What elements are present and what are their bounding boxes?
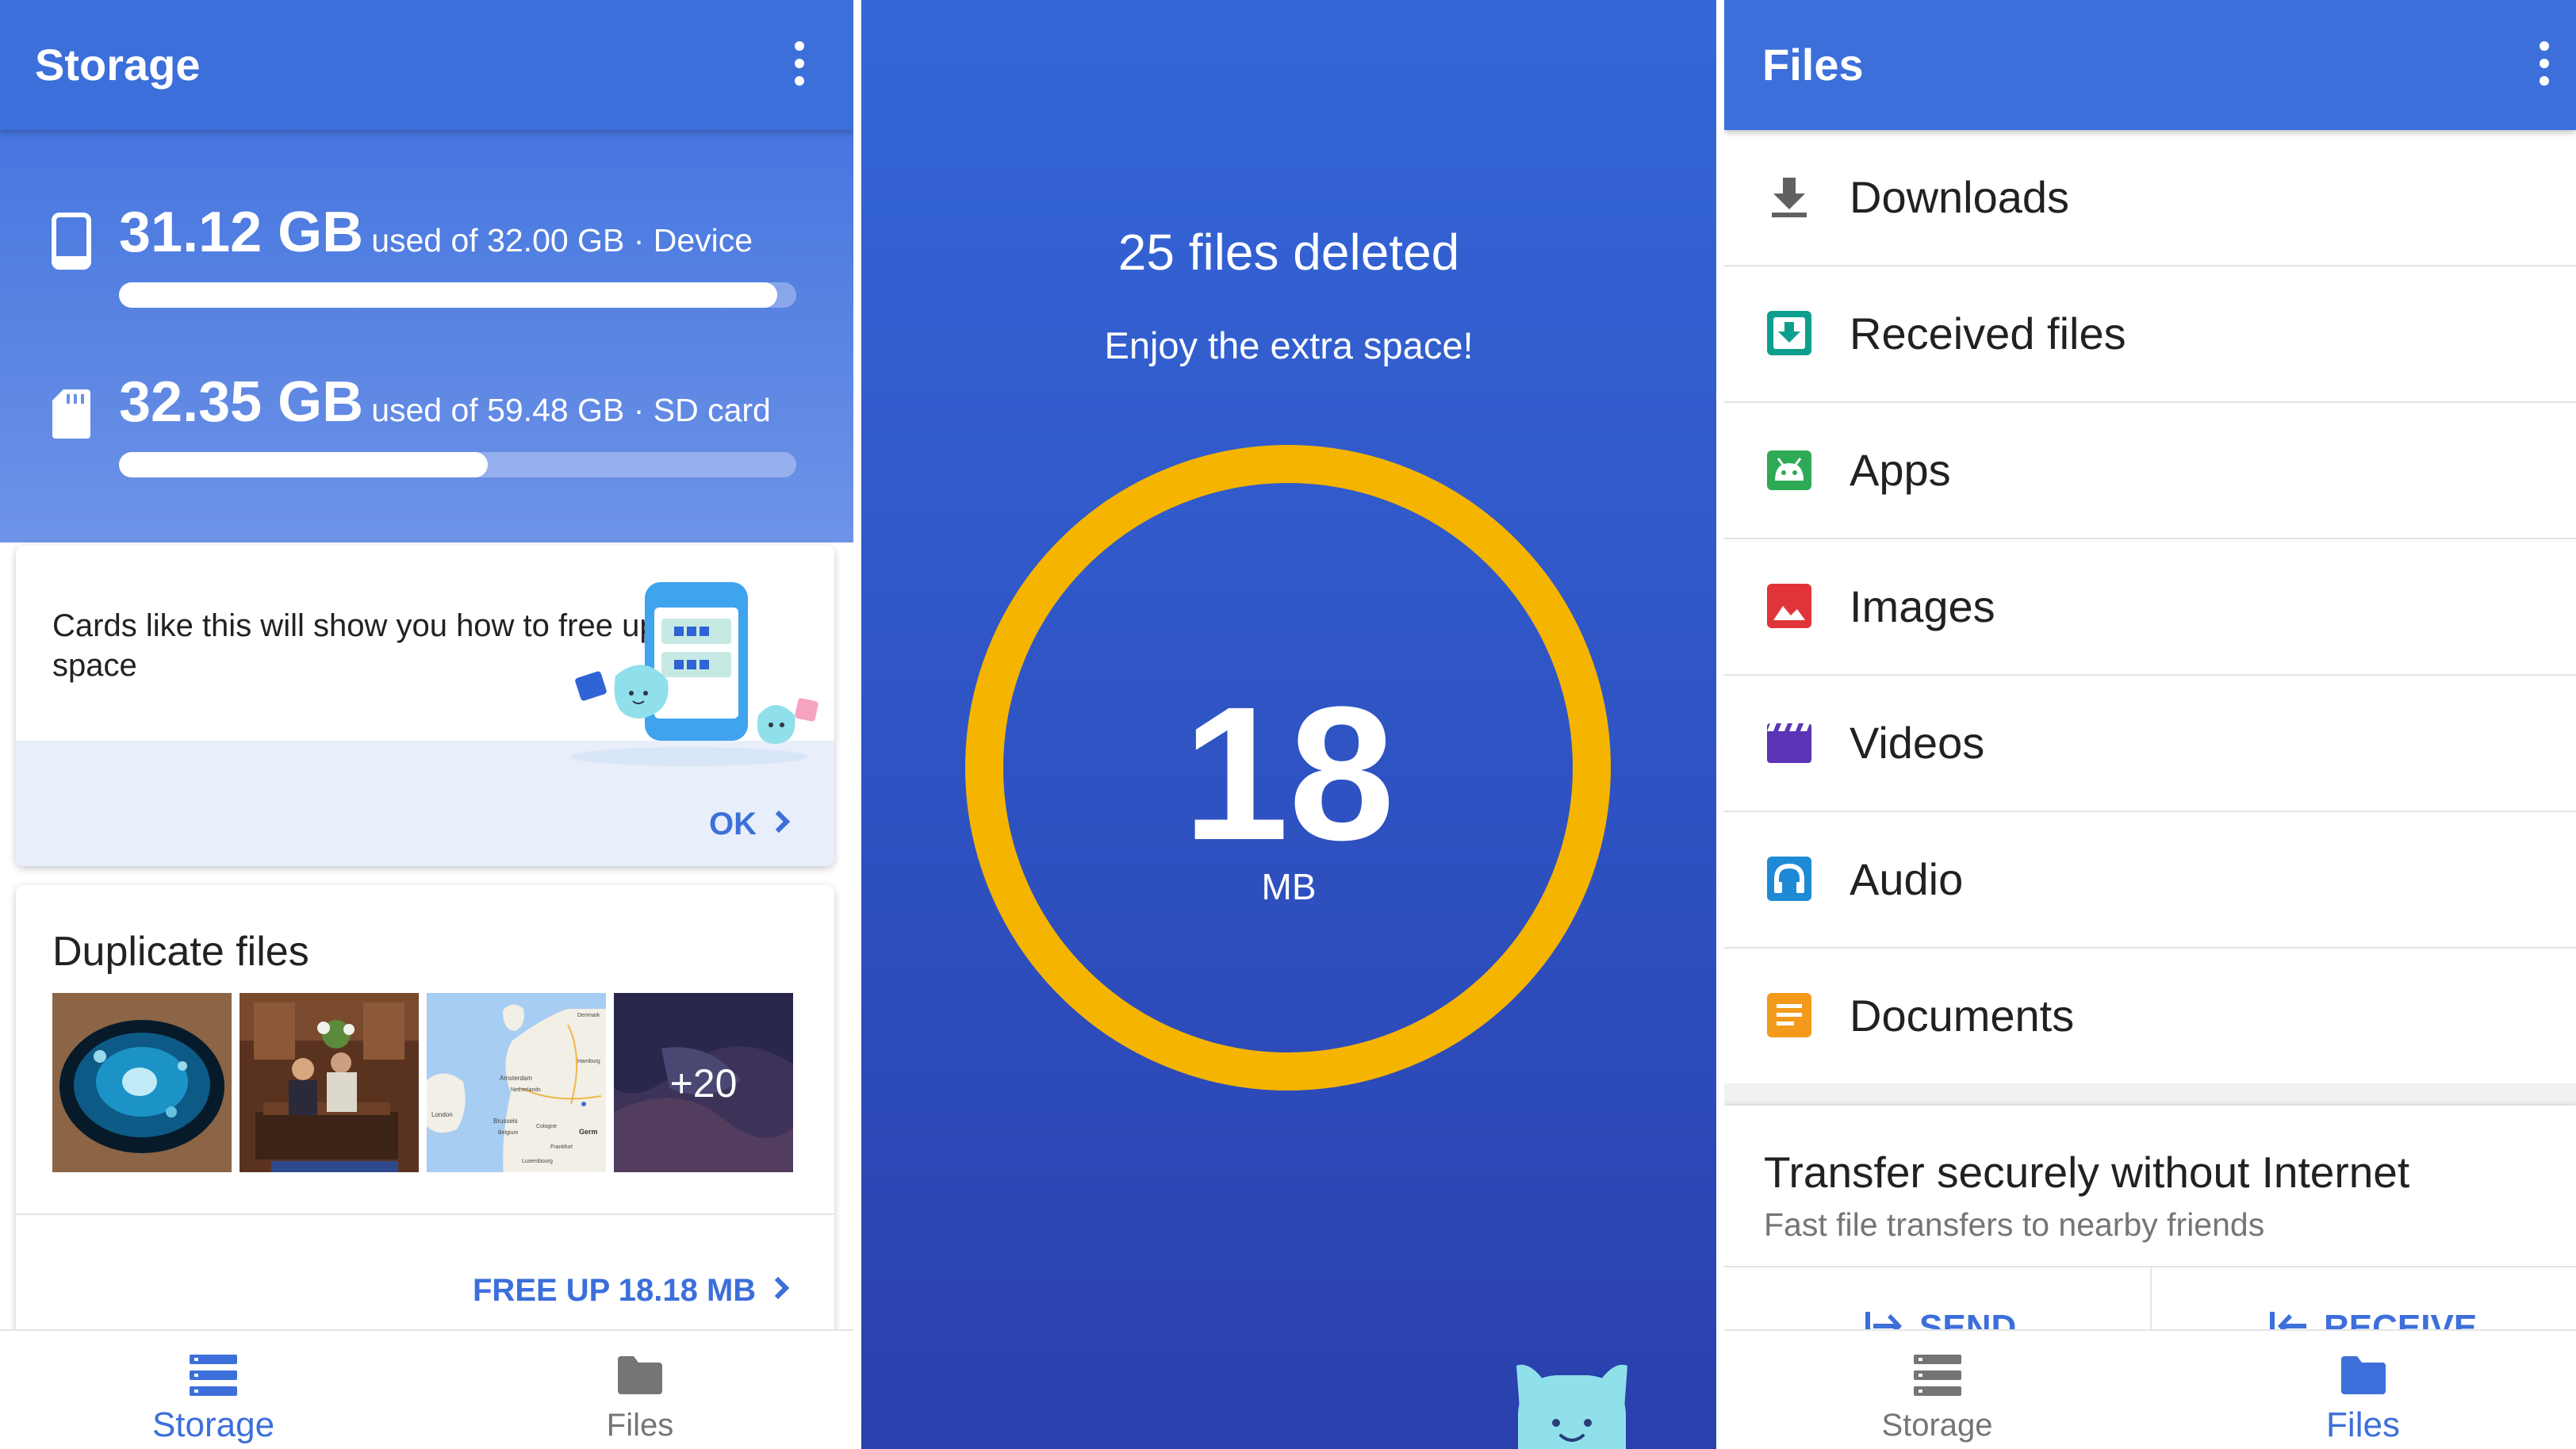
phone-mascot-illustration [569,582,818,766]
app-bar: Storage [0,0,853,130]
category-documents[interactable]: Documents [1724,949,2576,1085]
freed-space-value: 18 [1183,667,1395,880]
duplicate-more-thumbnail[interactable]: +20 [614,993,793,1172]
mascot-illustration [1516,1364,1627,1449]
nav-files[interactable]: Files [427,1331,853,1449]
category-label: Images [1850,581,1995,631]
ok-button[interactable]: OK [709,804,791,844]
map-label: Netherlands [511,1087,541,1093]
sd-card-progress-fill [119,452,488,477]
storage-screen: Storage 31.12 GB used of 32.00 GB · Devic… [0,0,853,1449]
bottom-navigation: Storage Files [0,1329,853,1449]
category-label: Received files [1850,309,2126,358]
nav-storage-label: Storage [1881,1408,1993,1443]
duplicate-thumbnail[interactable]: London Amsterdam Netherlands Brussels Be… [427,993,606,1172]
sd-card-storage-row[interactable]: 32.35 GB used of 59.48 GB · SD card [0,368,853,487]
map-label: London [431,1111,453,1118]
category-videos[interactable]: Videos [1724,676,2576,812]
duplicate-files-card: Duplicate files London Amsterdam Netherl… [16,885,834,1345]
nav-files[interactable]: Files [2150,1331,2576,1449]
files-screen: Files Downloads Received files Apps Imag… [1724,0,2576,1449]
chevron-right-icon [767,810,791,834]
nav-files-label: Files [606,1408,674,1443]
category-label: Downloads [1850,172,2070,222]
duplicate-thumbnail[interactable] [240,993,419,1172]
category-label: Documents [1850,991,2075,1041]
transfer-card: Transfer securely without Internet Fast … [1724,1106,2576,1347]
device-progress-bar [119,282,796,308]
chevron-right-icon [767,1276,790,1300]
device-progress-fill [119,282,778,308]
nav-storage-label: Storage [151,1405,275,1444]
map-label: Amsterdam [500,1075,532,1082]
file-category-list: Downloads Received files Apps Images Vid… [1724,130,2576,1085]
more-count-label: +20 [669,1061,738,1106]
folder-icon [2340,1356,2386,1394]
app-bar: Files [1724,0,2576,130]
map-label: Hamburg [577,1059,600,1064]
sd-card-icon [52,389,90,439]
category-received-files[interactable]: Received files [1724,266,2576,403]
result-title: 25 files deleted [1117,224,1460,281]
freed-space-unit: MB [1261,866,1317,907]
result-subtitle: Enjoy the extra space! [1104,324,1474,366]
headphones-icon [1767,857,1811,901]
more-options-icon[interactable] [784,41,815,89]
map-label: Brussels [493,1117,518,1125]
map-label: Cologne [536,1124,557,1129]
free-up-button[interactable]: FREE UP 18.18 MB [473,1271,790,1310]
map-label: Belgium [498,1130,518,1136]
device-usage-text: 31.12 GB used of 32.00 GB · Device [119,201,753,264]
map-label: Germ [579,1128,598,1136]
document-icon [1767,993,1811,1037]
transfer-title: Transfer securely without Internet [1764,1148,2410,1197]
android-icon [1767,450,1811,490]
image-icon [1767,584,1811,628]
panel-separator [853,0,861,1449]
phone-icon [52,213,91,270]
transfer-subtitle: Fast file transfers to nearby friends [1764,1206,2265,1243]
page-title: Storage [35,40,201,90]
nav-files-label: Files [2326,1405,2400,1444]
page-title: Files [1762,40,1864,90]
category-apps[interactable]: Apps [1724,403,2576,539]
duplicate-files-title: Duplicate files [52,929,309,975]
divider [16,1213,834,1215]
category-label: Videos [1850,718,1985,768]
panel-separator [1716,0,1724,1449]
category-audio[interactable]: Audio [1724,812,2576,949]
category-label: Audio [1850,854,1964,904]
map-label: Frankfurt [550,1144,573,1150]
sd-card-progress-bar [119,452,796,477]
storage-list-icon [1913,1355,1961,1396]
more-options-icon[interactable] [2528,41,2560,89]
map-label: Denmark [577,1013,600,1018]
cleanup-result-screen: 25 files deleted Enjoy the extra space! … [861,0,1716,1449]
nav-storage[interactable]: Storage [0,1331,427,1449]
section-spacer [1724,1083,2576,1106]
download-icon [1772,178,1807,217]
category-images[interactable]: Images [1724,539,2576,676]
nav-storage[interactable]: Storage [1724,1331,2150,1449]
sd-card-usage-text: 32.35 GB used of 59.48 GB · SD card [119,370,771,434]
category-label: Apps [1850,445,1951,495]
folder-icon [618,1356,662,1394]
category-downloads[interactable]: Downloads [1724,130,2576,266]
duplicate-thumbnail[interactable] [52,993,232,1172]
bottom-navigation: Storage Files [1724,1329,2576,1449]
storage-summary: 31.12 GB used of 32.00 GB · Device 32.35 … [0,130,853,542]
video-clapper-icon [1767,723,1811,763]
tip-card: Cards like this will show you how to fre… [16,546,834,866]
received-files-icon [1767,311,1811,355]
device-storage-row[interactable]: 31.12 GB used of 32.00 GB · Device [0,198,853,317]
storage-list-icon [190,1355,237,1396]
map-label: Luxembourg [522,1159,553,1164]
